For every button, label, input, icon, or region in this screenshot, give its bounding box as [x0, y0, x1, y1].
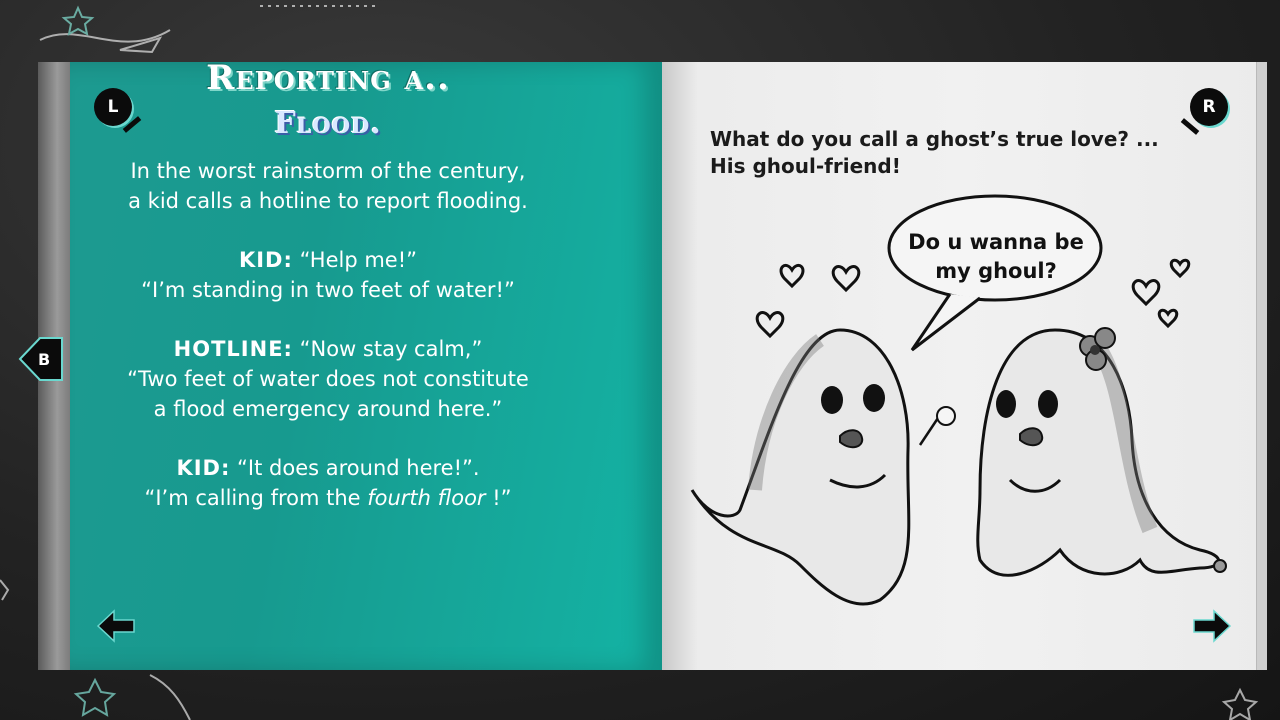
speaker-hotline: HOTLINE: — [173, 337, 293, 361]
page-subtitle: Flood. — [274, 106, 382, 141]
intro-line-2: a kid calls a hotline to report flooding… — [128, 189, 528, 213]
kid-line-2: “I’m standing in two feet of water!” — [141, 278, 515, 302]
bubble-line-1: Do u wanna be — [908, 230, 1084, 254]
intro-line-1: In the worst rainstorm of the century, — [130, 159, 526, 183]
question-line-1: What do you call a ghost’s true love? ..… — [710, 127, 1159, 151]
speech-bubble-text: Do u wanna be my ghoul? — [896, 228, 1096, 286]
kid-line-1: “Help me!” — [299, 248, 418, 272]
riddle-question: What do you call a ghost’s true love? ..… — [710, 126, 1190, 180]
arrow-left-icon[interactable] — [96, 608, 136, 644]
kid-reply-start: “I’m calling from the — [144, 486, 368, 510]
joke-text: In the worst rainstorm of the century, a… — [32, 156, 624, 542]
kid-reply-line-1: “It does around here!”. — [237, 456, 480, 480]
right-shoulder-button[interactable]: R — [1190, 88, 1228, 126]
hotline-line-1: “Now stay calm,” — [299, 337, 483, 361]
kid-reply-end: !” — [485, 486, 512, 510]
right-page-edge — [1256, 62, 1267, 670]
hotline-line-2: “Two feet of water does not constitute — [127, 367, 529, 391]
ghost-boy — [690, 328, 956, 606]
page-title: Reporting a.. — [206, 58, 450, 98]
question-line-2: His ghoul-friend! — [710, 154, 901, 178]
ghost-girl — [976, 327, 1227, 577]
kid-reply-italic: fourth floor — [367, 486, 486, 510]
hotline-line-3: a flood emergency around here.” — [153, 397, 503, 421]
bubble-line-2: my ghoul? — [935, 259, 1057, 283]
speaker-kid: KID: — [238, 248, 293, 272]
speaker-kid-2: KID: — [176, 456, 231, 480]
right-button-label: R — [1202, 97, 1216, 117]
